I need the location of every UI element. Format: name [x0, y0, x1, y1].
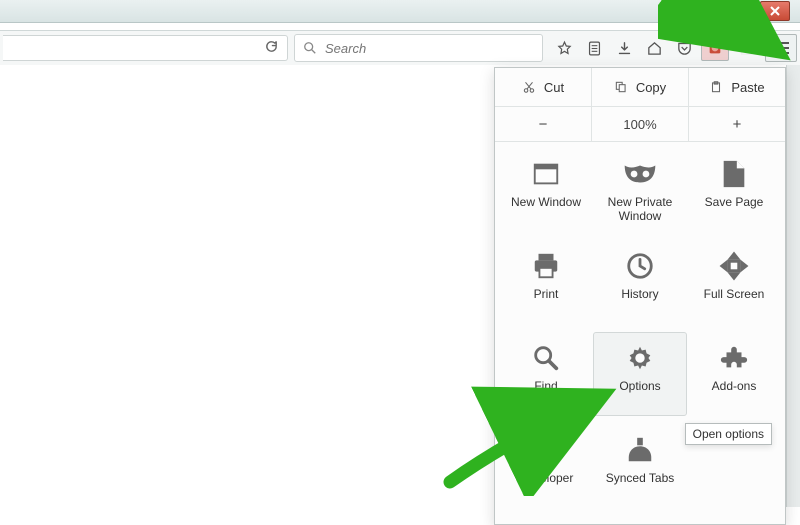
copy-button[interactable]: Copy: [591, 68, 688, 106]
address-bar[interactable]: [3, 35, 288, 61]
menu-button[interactable]: [765, 34, 797, 62]
cut-button[interactable]: Cut: [495, 68, 591, 106]
save-page-button[interactable]: Save Page: [687, 148, 781, 240]
minimize-button[interactable]: [696, 1, 726, 21]
find-button[interactable]: Find: [499, 332, 593, 424]
zoom-level[interactable]: 100%: [591, 107, 688, 141]
new-private-label: New Private Window: [593, 196, 687, 224]
puzzle-icon: [716, 340, 752, 376]
print-label: Print: [534, 288, 559, 302]
bookmark-star-icon[interactable]: [549, 34, 579, 62]
scrollbar-track[interactable]: [787, 65, 800, 507]
minus-icon: −: [539, 116, 548, 133]
zoom-in-button[interactable]: +: [688, 107, 785, 141]
synced-tabs-icon: [622, 432, 658, 468]
window-caption-buttons: [694, 1, 790, 21]
search-bar[interactable]: [294, 34, 543, 62]
downloads-icon[interactable]: [609, 34, 639, 62]
paste-icon: [709, 80, 723, 94]
developer-button[interactable]: Developer: [499, 424, 593, 516]
reload-icon[interactable]: [264, 39, 279, 57]
magnifier-icon: [528, 340, 564, 376]
save-page-label: Save Page: [705, 196, 764, 210]
close-button[interactable]: [760, 1, 790, 21]
addons-button[interactable]: Add-ons: [687, 332, 781, 424]
full-screen-button[interactable]: Full Screen: [687, 240, 781, 332]
cut-icon: [522, 80, 536, 94]
copy-label: Copy: [636, 80, 666, 95]
full-screen-label: Full Screen: [704, 288, 765, 302]
window-icon: [528, 156, 564, 192]
synced-tabs-label: Synced Tabs: [606, 472, 675, 486]
print-icon: [528, 248, 564, 284]
history-button[interactable]: History: [593, 240, 687, 332]
zoom-row: − 100% +: [495, 107, 785, 142]
home-icon[interactable]: [639, 34, 669, 62]
plus-icon: +: [733, 116, 742, 133]
maximize-button[interactable]: [728, 1, 758, 21]
addons-label: Add-ons: [712, 380, 757, 394]
tooltip: Open options: [685, 423, 772, 445]
tooltip-text: Open options: [693, 427, 764, 441]
cut-label: Cut: [544, 80, 564, 95]
menu-grid: New Window New Private Window Save Page …: [495, 142, 785, 516]
browser-toolbar: [0, 30, 800, 66]
search-icon: [303, 41, 317, 55]
edit-row: Cut Copy Paste: [495, 68, 785, 107]
window-title-bar: [0, 0, 800, 23]
reader-mode-icon[interactable]: [731, 34, 761, 62]
synced-tabs-button[interactable]: Synced Tabs: [593, 424, 687, 516]
pocket-icon[interactable]: [669, 34, 699, 62]
clock-icon: [622, 248, 658, 284]
new-window-label: New Window: [511, 196, 581, 210]
zoom-out-button[interactable]: −: [495, 107, 591, 141]
history-label: History: [621, 288, 658, 302]
hamburger-icon: [772, 41, 790, 55]
paste-button[interactable]: Paste: [688, 68, 785, 106]
main-menu-panel: Cut Copy Paste − 100% + New Window New P…: [494, 67, 786, 525]
page-icon: [716, 156, 752, 192]
reading-list-icon[interactable]: [579, 34, 609, 62]
addon-button[interactable]: [701, 35, 729, 61]
fullscreen-icon: [716, 248, 752, 284]
options-label: Options: [619, 380, 660, 394]
paste-label: Paste: [731, 80, 764, 95]
new-private-window-button[interactable]: New Private Window: [593, 148, 687, 240]
mask-icon: [622, 156, 658, 192]
copy-icon: [614, 80, 628, 94]
find-label: Find: [534, 380, 557, 394]
options-button[interactable]: Options: [593, 332, 687, 416]
toolbar-icons: [549, 34, 797, 62]
search-input[interactable]: [323, 40, 534, 57]
print-button[interactable]: Print: [499, 240, 593, 332]
gear-icon: [622, 340, 658, 376]
new-window-button[interactable]: New Window: [499, 148, 593, 240]
developer-label: Developer: [519, 472, 574, 486]
wrench-icon: [528, 432, 564, 468]
